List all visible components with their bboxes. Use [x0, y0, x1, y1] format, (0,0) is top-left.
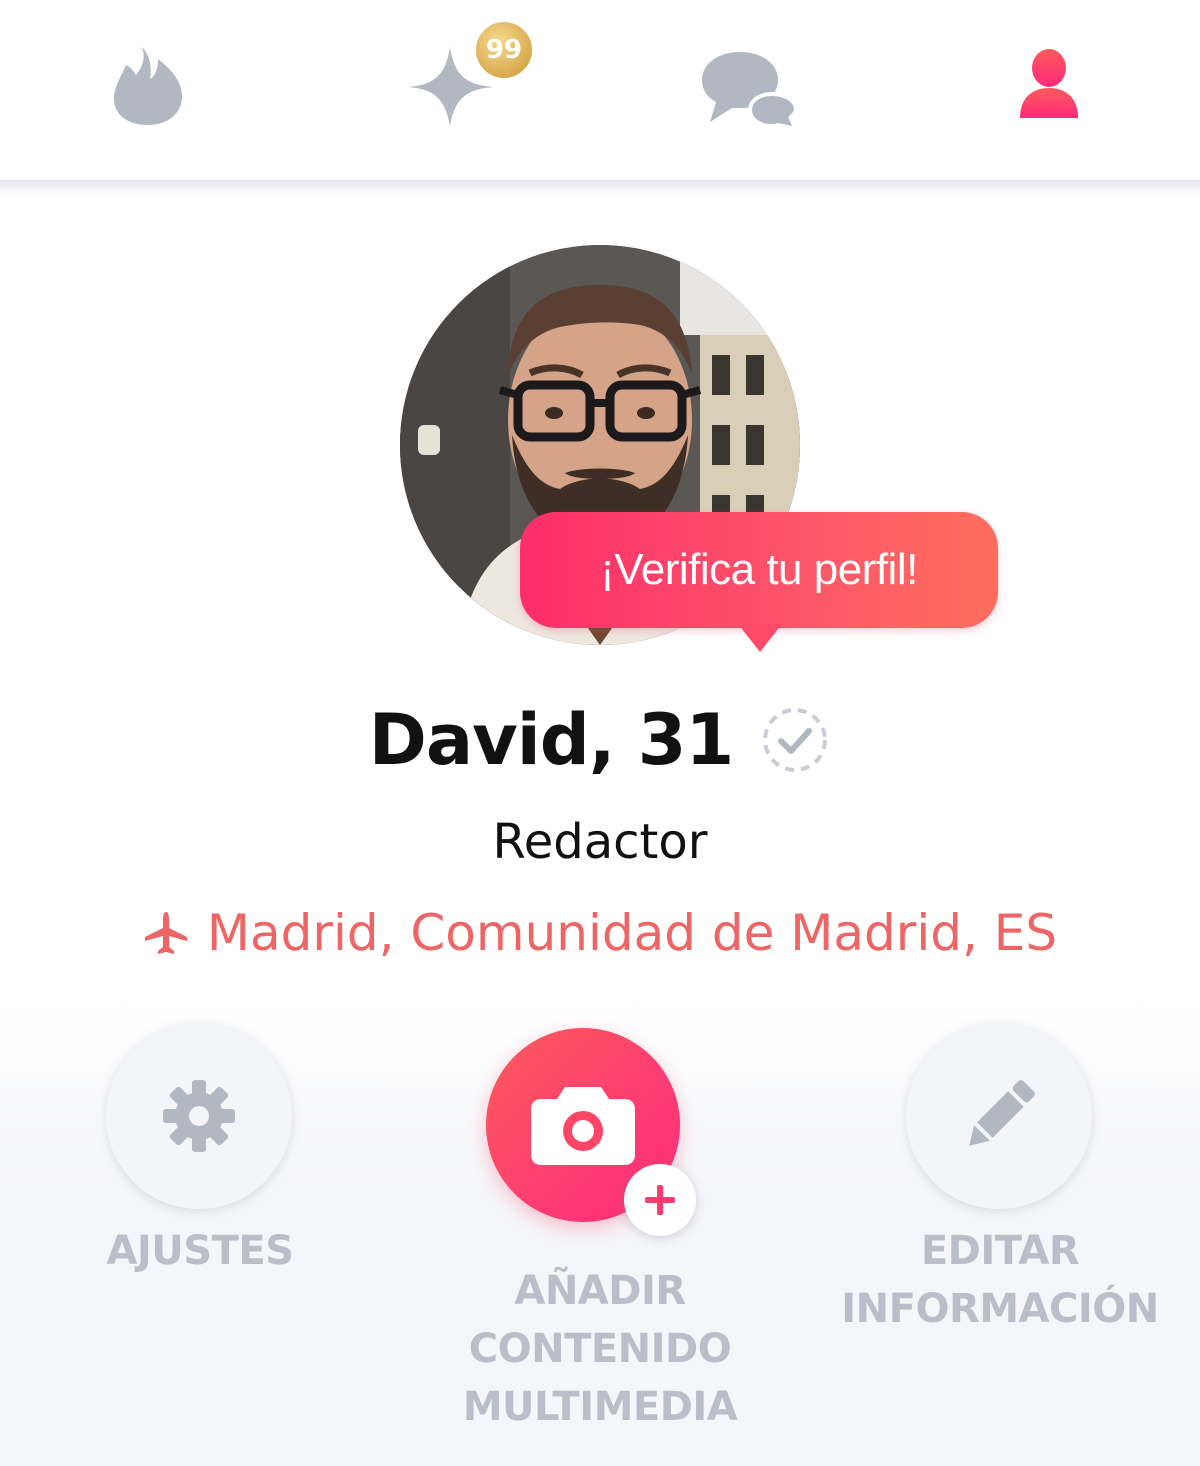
pencil-icon: [969, 1080, 1035, 1146]
profile-location: Madrid, Comunidad de Madrid, ES: [206, 904, 1058, 962]
edit-info-label-line2: INFORMACIÓN: [841, 1286, 1159, 1332]
edit-info-button[interactable]: [906, 1023, 1092, 1209]
gear-icon: [163, 1080, 235, 1152]
settings-label: AJUSTES: [106, 1228, 294, 1274]
settings-button[interactable]: [106, 1023, 292, 1209]
nav-divider: [0, 180, 1200, 194]
add-media-plus-button[interactable]: [624, 1164, 696, 1236]
add-media-label-line3: MULTIMEDIA: [462, 1384, 738, 1430]
notification-badge: 99: [472, 18, 536, 82]
flame-icon[interactable]: [112, 45, 184, 127]
location-row: Madrid, Comunidad de Madrid, ES: [0, 900, 1200, 966]
verify-profile-tooltip[interactable]: ¡Verifica tu perfil!: [520, 512, 998, 628]
profile-icon[interactable]: [1016, 48, 1082, 120]
profile-name-age: David, 31: [368, 699, 734, 781]
add-media-label-line2: CONTENIDO: [468, 1326, 732, 1372]
top-nav-bar: 99: [0, 0, 1200, 180]
plus-icon: [645, 1185, 675, 1215]
airplane-icon: [144, 912, 187, 954]
add-media-label-line1: AÑADIR: [514, 1268, 686, 1314]
tooltip-arrow: [738, 624, 782, 652]
camera-icon: [531, 1087, 635, 1165]
edit-info-label: EDITAR INFORMACIÓN: [820, 1222, 1180, 1338]
name-row: David, 31: [0, 690, 1200, 790]
profile-job: Redactor: [492, 814, 708, 870]
verified-badge-icon[interactable]: [759, 704, 831, 776]
edit-info-label-line1: EDITAR: [920, 1228, 1080, 1274]
chat-icon[interactable]: [700, 50, 800, 128]
add-media-label: AÑADIR CONTENIDO MULTIMEDIA: [430, 1262, 770, 1436]
profile-screen: 99 ¡Verifica tu perfil! David, 31 Redact…: [0, 0, 1200, 1466]
